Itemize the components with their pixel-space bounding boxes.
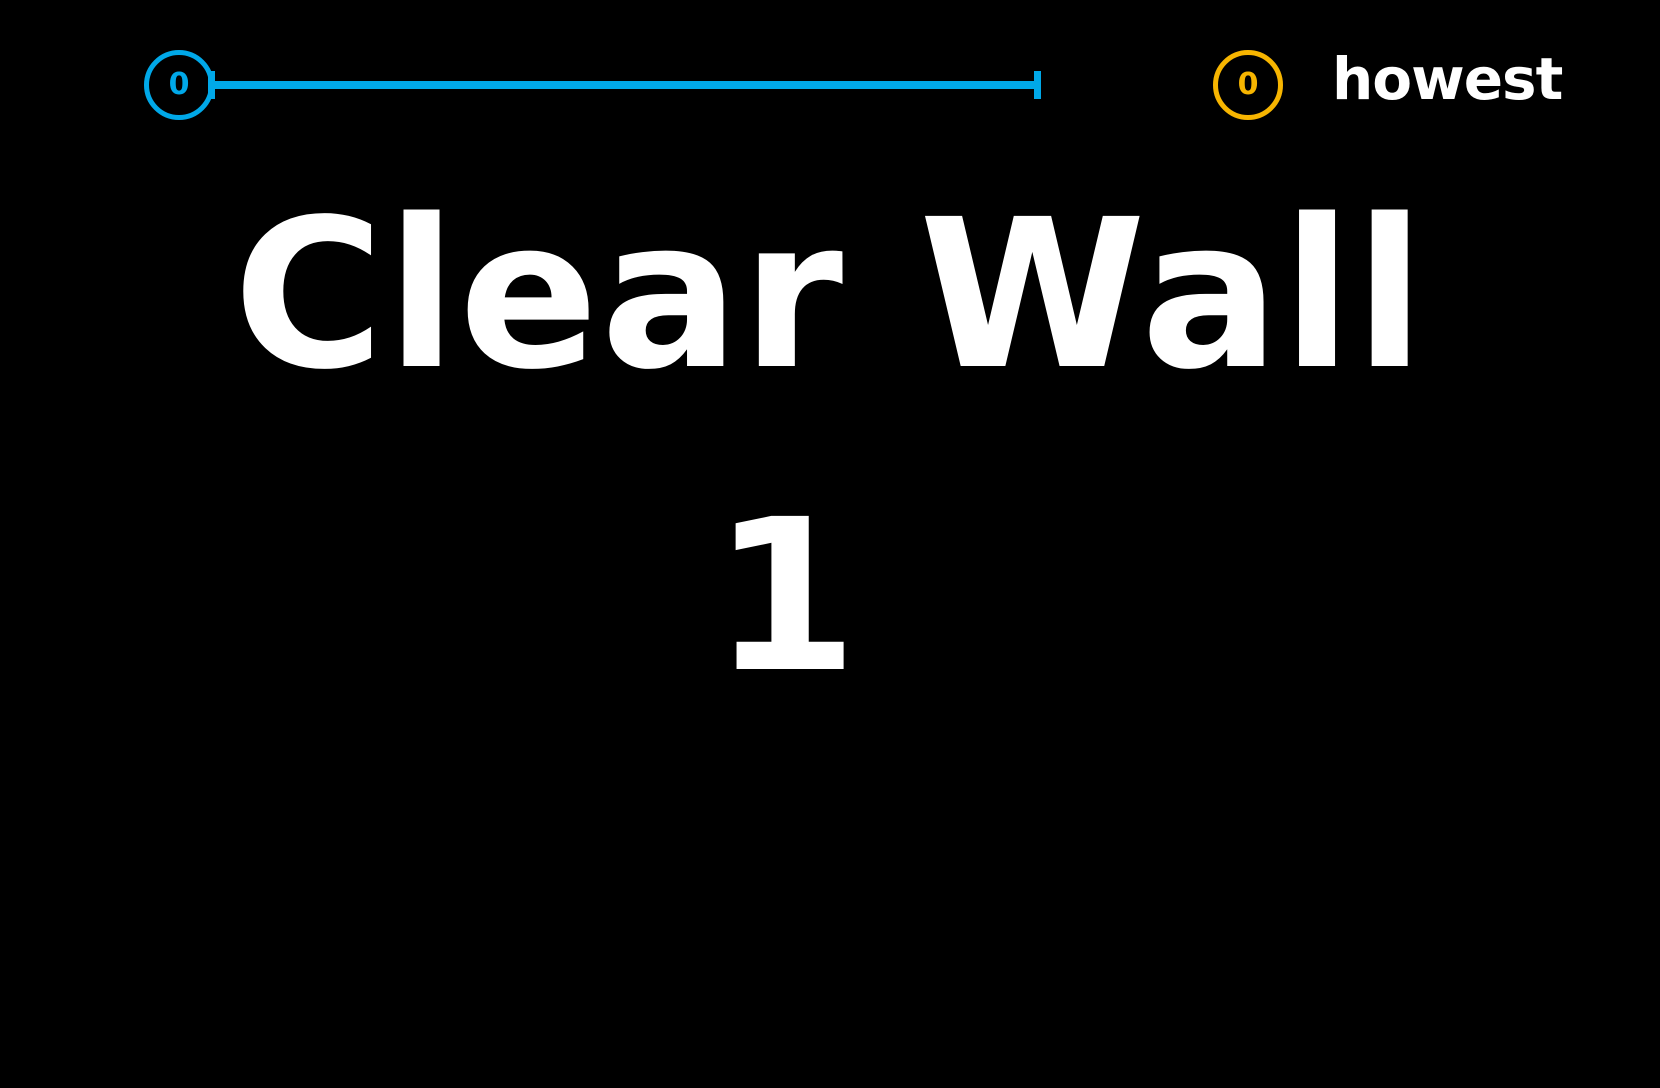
player2-score-badge: 0 xyxy=(1213,50,1283,120)
countdown-number: 1 xyxy=(711,474,859,719)
timer-bar xyxy=(208,71,1041,99)
game-title: Clear Wall xyxy=(233,175,1427,415)
howest-logo: howest xyxy=(1332,45,1563,113)
timer-fill xyxy=(210,81,1040,89)
hud-bar: 0 0 howest xyxy=(0,0,1660,160)
player1-score-badge: 0 xyxy=(144,50,214,120)
player1-score: 0 xyxy=(168,67,190,102)
player2-score: 0 xyxy=(1237,67,1259,102)
timer-end-cap xyxy=(1034,71,1041,99)
